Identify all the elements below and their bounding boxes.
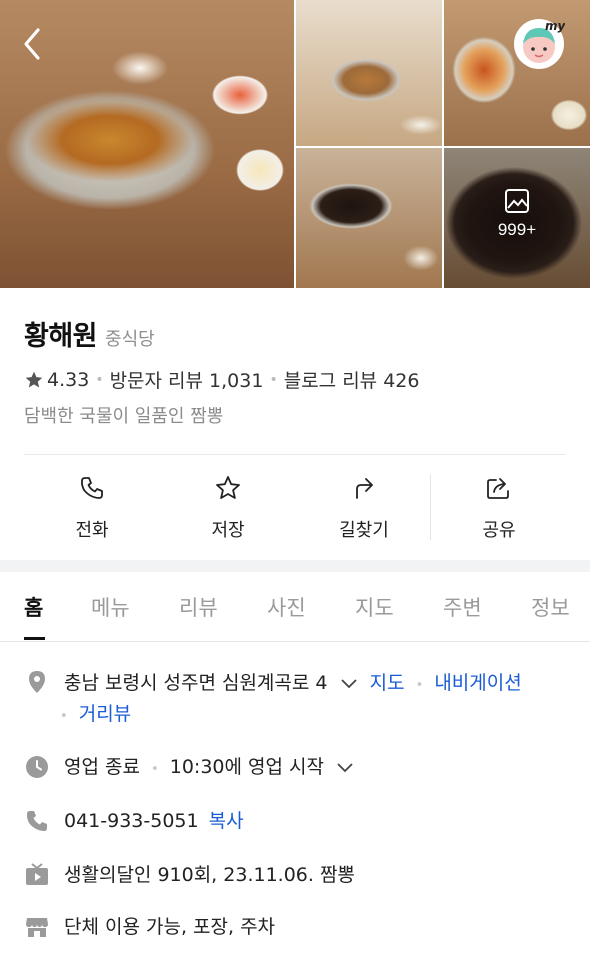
clock-icon bbox=[26, 756, 48, 778]
call-button[interactable]: 전화 bbox=[24, 456, 160, 560]
share-button[interactable]: 공유 bbox=[432, 456, 566, 560]
map-link[interactable]: 지도 bbox=[370, 672, 405, 694]
tv-icon bbox=[26, 863, 48, 885]
directions-button[interactable]: 길찾기 bbox=[296, 456, 432, 560]
tab-reviews[interactable]: 리뷰 bbox=[179, 592, 218, 622]
tab-menu[interactable]: 메뉴 bbox=[91, 592, 130, 622]
active-tab-indicator bbox=[24, 637, 45, 640]
hours-line: 영업 종료 • 10:30에 영업 시작 bbox=[64, 752, 354, 779]
tv-appearance: 생활의달인 910회, 23.11.06. 짬뽕 bbox=[64, 864, 355, 886]
separator-dot: • bbox=[95, 371, 104, 388]
photo-thumb-1[interactable] bbox=[296, 0, 442, 146]
blog-reviews-link[interactable]: 블로그 리뷰 426 bbox=[284, 366, 420, 393]
navigation-link[interactable]: 내비게이션 bbox=[434, 672, 521, 694]
back-button[interactable] bbox=[16, 24, 52, 64]
tab-info[interactable]: 정보 bbox=[531, 592, 570, 622]
image-icon bbox=[505, 189, 529, 213]
avatar-label: my bbox=[545, 19, 565, 33]
address-text: 충남 보령시 성주면 심원계곡로 4 bbox=[64, 672, 328, 694]
separator-dot: • bbox=[415, 678, 424, 693]
star-outline-icon bbox=[216, 476, 240, 499]
phone-icon bbox=[26, 811, 47, 831]
save-label: 저장 bbox=[211, 520, 245, 541]
separator-dot: • bbox=[60, 709, 68, 724]
business-status: 영업 종료 bbox=[64, 756, 140, 778]
phone-number[interactable]: 041-933-5051 bbox=[64, 810, 199, 832]
my-avatar-button[interactable]: my bbox=[513, 18, 565, 70]
opening-time: 10:30에 영업 시작 bbox=[169, 756, 324, 778]
section-divider bbox=[0, 560, 590, 572]
divider bbox=[430, 474, 431, 540]
action-bar: 전화 저장 길찾기 공유 bbox=[24, 456, 566, 560]
rating-value: 4.33 bbox=[47, 368, 90, 391]
phone-row: 041-933-5051 복사 bbox=[24, 806, 570, 836]
rating-summary: 4.33 • 방문자 리뷰 1,031 • 블로그 리뷰 426 bbox=[24, 366, 419, 393]
street-view-link[interactable]: 거리뷰 bbox=[79, 703, 131, 725]
chevron-down-icon[interactable] bbox=[340, 678, 358, 690]
share-icon bbox=[487, 478, 509, 499]
amenities-row: 단체 이용 가능, 포장, 주차 bbox=[24, 912, 570, 942]
photo-more-overlay[interactable]: 999+ bbox=[444, 188, 590, 240]
tab-photos[interactable]: 사진 bbox=[267, 592, 306, 622]
photo-thumb-3[interactable] bbox=[296, 148, 442, 288]
place-name: 황해원 bbox=[24, 321, 98, 352]
chevron-down-icon[interactable] bbox=[336, 762, 354, 774]
amenities-text: 단체 이용 가능, 포장, 주차 bbox=[64, 916, 276, 938]
address-row: 충남 보령시 성주면 심원계곡로 4 지도 • 내비게이션 • 거리뷰 bbox=[24, 668, 570, 728]
tab-nearby[interactable]: 주변 bbox=[443, 592, 482, 622]
share-label: 공유 bbox=[482, 520, 516, 541]
tv-row: 생활의달인 910회, 23.11.06. 짬뽕 bbox=[24, 860, 570, 890]
hours-row[interactable]: 영업 종료 • 10:30에 영업 시작 bbox=[24, 752, 570, 782]
place-category: 중식당 bbox=[105, 329, 155, 350]
store-icon bbox=[26, 918, 48, 937]
divider bbox=[24, 454, 566, 455]
directions-label: 길찾기 bbox=[339, 520, 389, 541]
location-pin-icon bbox=[29, 671, 45, 693]
phone-icon bbox=[81, 477, 103, 499]
save-button[interactable]: 저장 bbox=[160, 456, 296, 560]
photo-gallery[interactable] bbox=[0, 0, 590, 288]
tab-bar: 홈 메뉴 리뷰 사진 지도 주변 정보 bbox=[0, 572, 590, 642]
place-description: 담백한 국물이 일품인 짬뽕 bbox=[24, 406, 224, 427]
tab-map[interactable]: 지도 bbox=[355, 592, 394, 622]
copy-link[interactable]: 복사 bbox=[209, 810, 244, 832]
phone-line: 041-933-5051 복사 bbox=[64, 806, 244, 833]
route-arrow-icon bbox=[356, 478, 373, 499]
star-icon bbox=[25, 371, 43, 387]
separator-dot: • bbox=[269, 371, 278, 388]
place-title: 황해원 중식당 bbox=[24, 314, 155, 353]
street-view-line: • 거리뷰 bbox=[60, 699, 131, 726]
photo-count: 999+ bbox=[497, 220, 537, 239]
separator-dot: • bbox=[151, 762, 159, 777]
call-label: 전화 bbox=[75, 520, 109, 541]
address-line: 충남 보령시 성주면 심원계곡로 4 지도 • 내비게이션 bbox=[64, 668, 522, 695]
visitor-reviews-link[interactable]: 방문자 리뷰 1,031 bbox=[110, 366, 264, 393]
tab-home[interactable]: 홈 bbox=[24, 592, 43, 622]
